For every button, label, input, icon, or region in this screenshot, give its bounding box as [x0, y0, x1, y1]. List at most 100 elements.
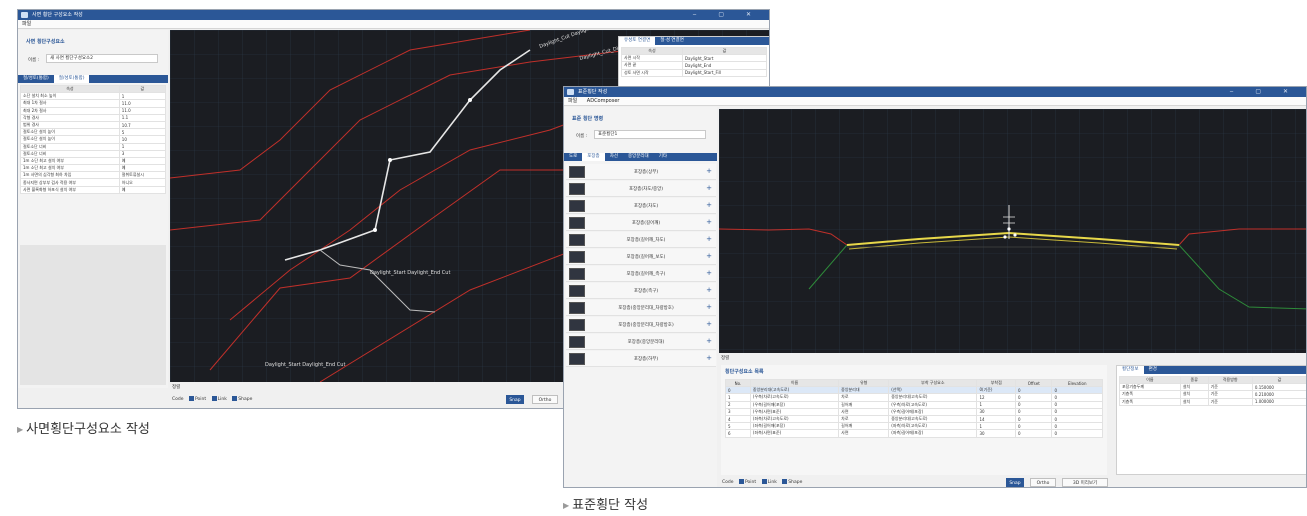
component-list-item[interactable]: 포장층(길어깨_측구) +: [566, 266, 716, 282]
table-cell: (우측)길어깨(포장): [888, 407, 978, 416]
name-input[interactable]: 새 사면 횡단구성요소2: [46, 54, 158, 63]
property-row[interactable]: 절토소단 너비 1: [20, 142, 167, 151]
link-checkbox[interactable]: [211, 396, 217, 401]
add-icon[interactable]: +: [706, 184, 712, 192]
link-header-value: 값: [681, 46, 768, 56]
add-icon[interactable]: +: [706, 201, 712, 209]
table-cell: (좌측)차로(고속도로): [749, 414, 840, 424]
section-preview-canvas[interactable]: [719, 109, 1306, 353]
window-controls[interactable]: ‒ ▢ ✕: [693, 10, 761, 20]
link-row[interactable]: 사면 시작 Daylight_Start: [621, 54, 768, 63]
tab-superelevation[interactable]: 편경: [1144, 366, 1162, 374]
info-row[interactable]: 기층폭 설치 기준 0.210000: [1119, 390, 1306, 399]
name-input-2[interactable]: 표준횡단1: [594, 130, 706, 139]
ortho-button-2[interactable]: Ortho: [1030, 478, 1056, 487]
component-list-item[interactable]: 포장층(상부) +: [566, 164, 716, 180]
tab-cut-fill[interactable]: 절/성토(통합): [18, 75, 54, 83]
tab-link-1[interactable]: 유성토 연결면: [619, 37, 656, 45]
add-icon[interactable]: +: [706, 303, 712, 311]
table-row[interactable]: 2 (우측)길어깨(포장) 길어깨 (우측)차로(고속도로) 1 0 0: [725, 400, 1103, 409]
table-header: 유형: [838, 378, 890, 388]
info-row[interactable]: 포장기층두께 설치 기준 0.150000: [1119, 383, 1306, 392]
component-list-item[interactable]: 포장층(측구) +: [566, 283, 716, 299]
ortho-button[interactable]: Ortho: [532, 395, 558, 404]
component-list-item[interactable]: 포장층(길어깨_차도) +: [566, 232, 716, 248]
property-row[interactable]: 1m 소단 최고 설치 여부 예: [20, 164, 167, 173]
add-icon[interactable]: +: [706, 235, 712, 243]
menu-adcomposer[interactable]: ADComposer: [587, 98, 620, 104]
property-row[interactable]: 1m 소단 최고 설치 여부 예: [20, 156, 167, 166]
name-label-2: 이름 :: [576, 134, 588, 139]
component-list-item[interactable]: 포장층(중앙분리대) +: [566, 334, 716, 350]
table-row[interactable]: 0 중앙분리대(고속도로) 중앙분리대 (선택) 0(기준) 0 0: [725, 386, 1103, 395]
table-cell: 1: [976, 422, 1017, 431]
link-row[interactable]: 성토 사면 시작 Daylight_Start_Fill: [621, 68, 768, 77]
link-name: 사면 끝: [621, 61, 683, 70]
add-icon[interactable]: +: [706, 337, 712, 345]
menu-file[interactable]: 파일: [22, 21, 31, 27]
add-icon[interactable]: +: [706, 286, 712, 294]
component-list-item[interactable]: 포장층(길어깨) +: [566, 215, 716, 231]
point-checkbox-2[interactable]: [738, 479, 744, 484]
snap-button-2[interactable]: Snap: [1006, 478, 1024, 487]
component-list-item[interactable]: 포장층(차도) +: [566, 198, 716, 214]
table-cell: 길어깨: [838, 400, 890, 409]
tab-link-2[interactable]: 절·성 연결면: [655, 37, 689, 45]
section-info-table: 이름 종류 적용방향 값 포장기층두께 설치 기준 0.150000 기층폭 설치 기준 0.210…: [1119, 375, 1306, 406]
component-list-item[interactable]: 포장층(길어깨_보도) +: [566, 249, 716, 265]
component-list-item[interactable]: 포장층(하부) +: [566, 351, 716, 367]
property-row[interactable]: 각형 경사 1.1: [20, 113, 167, 122]
component-list-item[interactable]: 포장층(차도/중앙) +: [566, 181, 716, 197]
property-row[interactable]: 최대 2차 절사 11.0: [20, 106, 167, 115]
tab-lane[interactable]: 차선: [605, 153, 623, 161]
component-thumbnail-icon: [569, 200, 585, 212]
property-row[interactable]: 절토소단 너비 3: [20, 149, 167, 158]
property-row[interactable]: 1m 사면의 심각형 최하 차입 절취토류설시: [20, 171, 167, 180]
table-row[interactable]: 4 (좌측)차로(고속도로) 차로 중앙분리대(고속도로) 14 0 0: [725, 414, 1103, 424]
tab-etc[interactable]: 기타: [654, 153, 672, 161]
property-row[interactable]: 최대 1차 절사 11.0: [20, 99, 167, 108]
add-icon[interactable]: +: [706, 167, 712, 175]
component-list-item[interactable]: 포장층(중앙분리대_차량방호) +: [566, 300, 716, 316]
property-row[interactable]: 종사지면 상부부 검사 적용 여부 아니오: [20, 178, 167, 187]
add-icon[interactable]: +: [706, 354, 712, 362]
add-icon[interactable]: +: [706, 269, 712, 277]
link-value: Daylight_Start_Fill: [681, 68, 768, 77]
table-row[interactable]: 1 (우측)차로(고속도로) 차로 중앙분리대(고속도로) 12 0 0: [725, 393, 1103, 402]
table-cell: 중앙분리대(고속도로): [888, 393, 978, 402]
table-cell: 2: [725, 400, 751, 409]
component-list-item[interactable]: 포장층(중앙분리대_차량방호) +: [566, 317, 716, 333]
tab-road[interactable]: 도로: [564, 153, 582, 161]
table-row[interactable]: 5 (좌측)길어깨(포장) 길어깨 (좌측)차로(고속도로) 1 0 0: [725, 422, 1103, 431]
menu-bar-2: 파일 ADComposer: [564, 97, 1306, 106]
link-checkbox-2[interactable]: [761, 479, 767, 484]
table-cell: 0: [1015, 393, 1053, 402]
component-list-label: 포장층(중앙분리대_차량방호): [618, 323, 674, 328]
tab-median[interactable]: 중앙분리대: [623, 153, 654, 161]
point-checkbox[interactable]: [188, 396, 194, 401]
status-code-label: Code: [172, 397, 184, 402]
table-row[interactable]: 6 (좌측)사면(표준) 사면 (좌측)길어깨(포장) 30 0 0: [725, 429, 1103, 438]
shape-checkbox-2[interactable]: [782, 479, 788, 484]
tab-section-info[interactable]: 횡단정보: [1117, 366, 1144, 374]
add-icon[interactable]: +: [706, 320, 712, 328]
tab-pavement[interactable]: 포장층: [582, 153, 605, 161]
property-row[interactable]: 사면 블록화형 하포식 설치 여부 예: [20, 185, 167, 194]
link-label: Link: [217, 397, 227, 402]
property-row[interactable]: 절토소단 설치 높이 5: [20, 128, 167, 137]
add-icon[interactable]: +: [706, 218, 712, 226]
menu-file-2[interactable]: 파일: [568, 98, 577, 104]
add-icon[interactable]: +: [706, 252, 712, 260]
link-row[interactable]: 사면 끝 Daylight_End: [621, 61, 768, 70]
shape-checkbox[interactable]: [232, 396, 238, 401]
property-row[interactable]: 범위 경사 10.7: [20, 120, 167, 130]
window2-controls[interactable]: ‒ ▢ ✕: [1230, 87, 1298, 97]
info-row[interactable]: 기층폭 설치 기준 1.000000: [1119, 397, 1306, 406]
property-row[interactable]: 소단 설치 최소 높이 1: [20, 92, 167, 101]
table-cell: 0(기준): [976, 386, 1017, 395]
tab-cut-fill-2[interactable]: 절/성토(통합): [53, 75, 90, 83]
table-row[interactable]: 3 (우측)사면(표준) 사면 (우측)길어깨(포장) 30 0 0: [725, 407, 1103, 416]
snap-button[interactable]: Snap: [506, 395, 524, 404]
3d-preview-button[interactable]: 3D 미리보기: [1062, 478, 1108, 487]
property-row[interactable]: 절토소단 설치 높이 10: [20, 135, 167, 144]
